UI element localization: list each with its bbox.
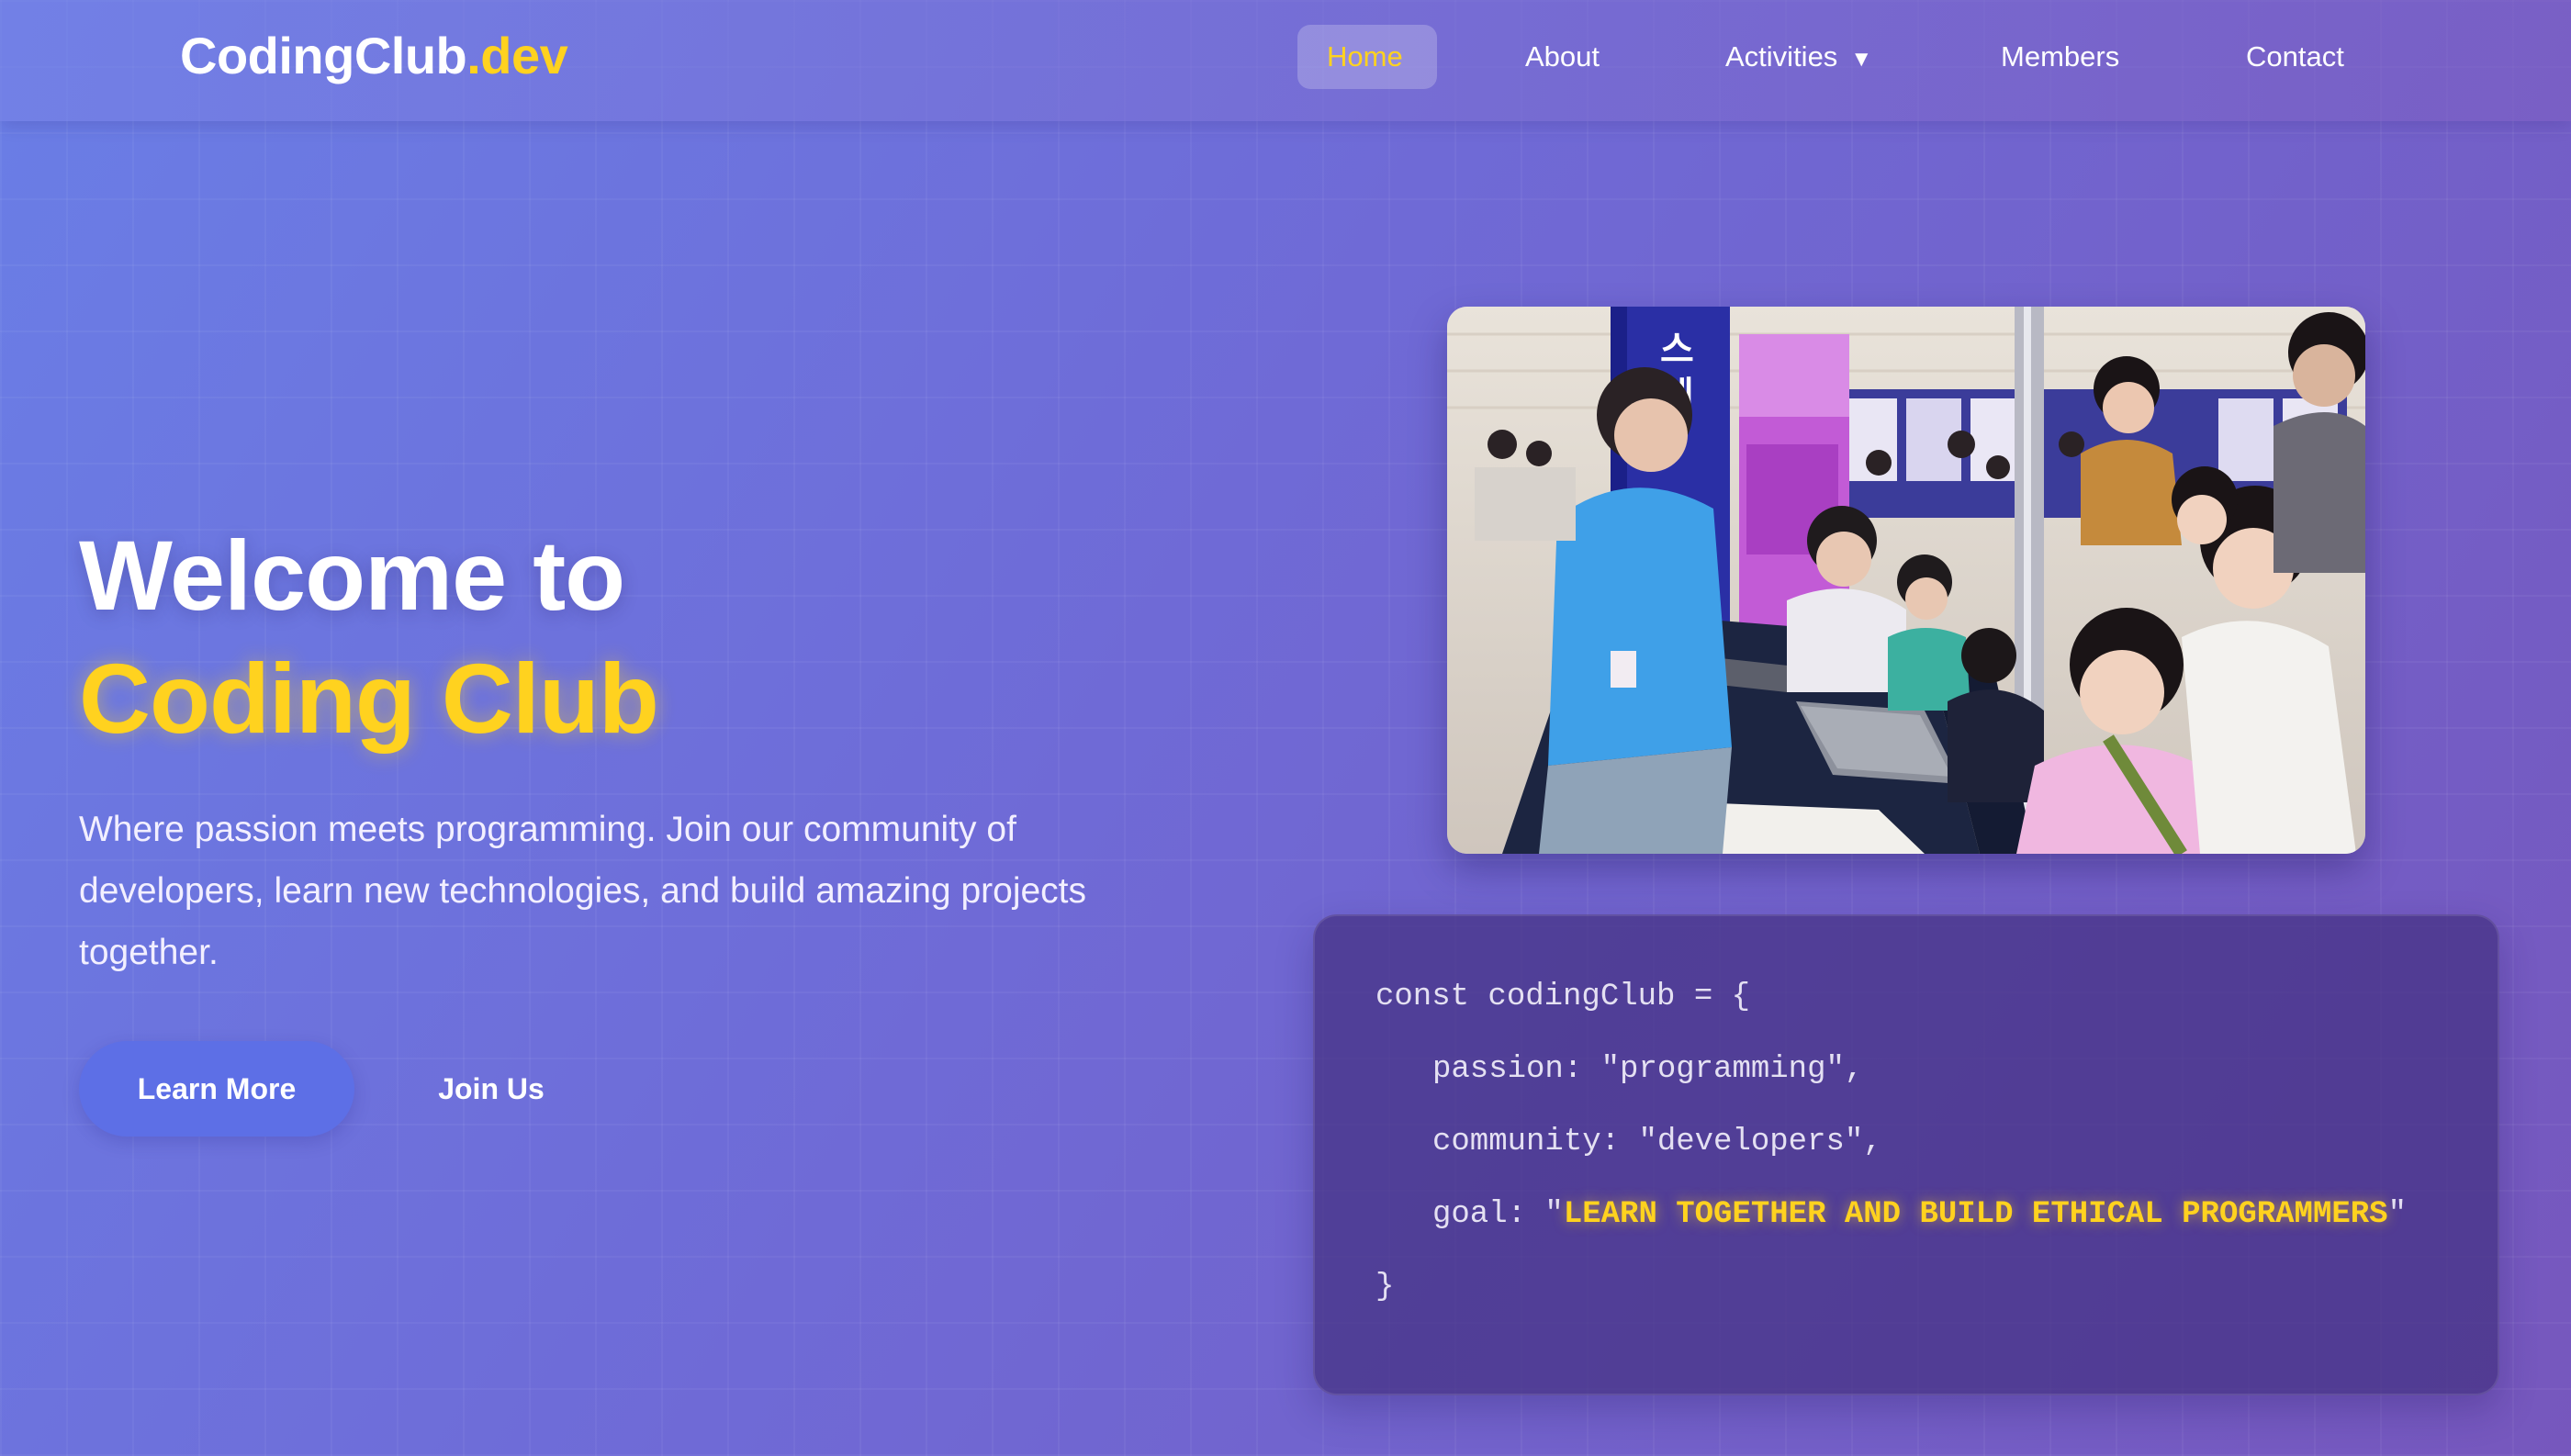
hero-title-line1: Welcome to bbox=[79, 520, 625, 631]
event-photo-illustration: 스 레 bbox=[1447, 307, 2365, 854]
club-event-photo: 스 레 bbox=[1447, 307, 2365, 854]
code-value-community: "developers", bbox=[1638, 1125, 1882, 1159]
nav-home[interactable]: Home bbox=[1297, 25, 1437, 89]
join-us-button[interactable]: Join Us bbox=[404, 1041, 578, 1137]
logo-name: CodingClub bbox=[180, 27, 467, 84]
hero-title-line2: Coding Club bbox=[79, 643, 659, 754]
code-snippet-card: const codingClub = { passion: "programmi… bbox=[1313, 914, 2499, 1395]
hero-description: Where passion meets programming. Join ou… bbox=[79, 810, 1087, 972]
nav-about[interactable]: About bbox=[1525, 25, 1600, 89]
learn-more-button[interactable]: Learn More bbox=[79, 1041, 354, 1137]
svg-text:스: 스 bbox=[1660, 329, 1694, 371]
site-logo[interactable]: CodingClub.dev bbox=[180, 26, 568, 85]
code-value-goal: LEARN TOGETHER AND BUILD ETHICAL PROGRAM… bbox=[1563, 1197, 2388, 1232]
caret-down-icon: ▼ bbox=[1850, 47, 1873, 72]
hero-title: Welcome to Coding Club bbox=[79, 514, 659, 760]
top-navbar: CodingClub.dev Home About Activities ▼ Me… bbox=[0, 0, 2571, 121]
nav-members[interactable]: Members bbox=[2001, 25, 2119, 89]
code-line-1: const codingClub = { bbox=[1375, 980, 1751, 1014]
code-key-passion: passion: bbox=[1432, 1052, 1601, 1087]
code-quote-open: " bbox=[1544, 1197, 1564, 1232]
code-value-passion: "programming", bbox=[1600, 1052, 1864, 1087]
code-key-goal: goal: bbox=[1432, 1197, 1545, 1232]
code-line-2: passion: "programming", bbox=[1432, 1052, 1863, 1087]
nav-activities-dropdown[interactable]: Activities ▼ bbox=[1725, 25, 1872, 89]
code-line-4: goal: "LEARN TOGETHER AND BUILD ETHICAL … bbox=[1432, 1197, 2407, 1232]
nav-activities-label: Activities bbox=[1725, 40, 1838, 73]
nav-contact[interactable]: Contact bbox=[2246, 25, 2344, 89]
code-quote-close: " bbox=[2387, 1197, 2407, 1232]
logo-tld: .dev bbox=[466, 27, 568, 84]
code-key-community: community: bbox=[1432, 1125, 1639, 1159]
code-line-5: } bbox=[1375, 1270, 1395, 1305]
code-line-3: community: "developers", bbox=[1432, 1125, 1882, 1159]
